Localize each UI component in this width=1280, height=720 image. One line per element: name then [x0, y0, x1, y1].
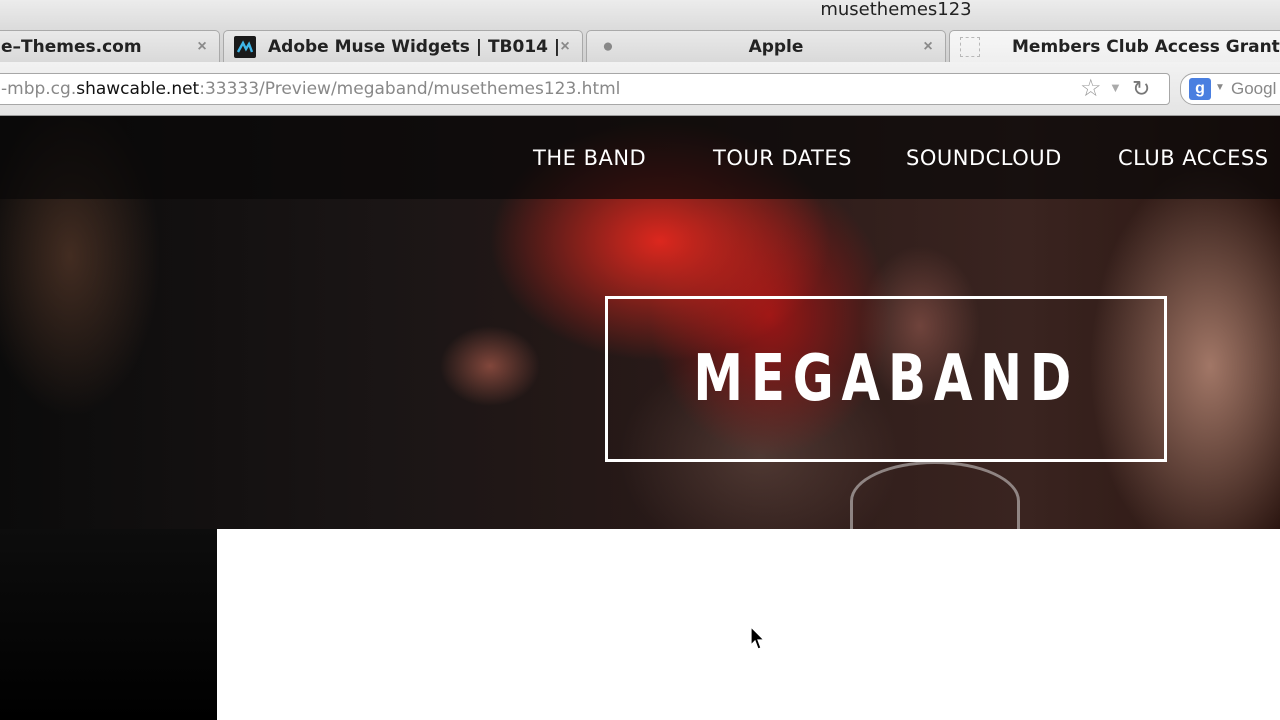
reload-icon[interactable]: ↻: [1132, 76, 1150, 102]
browser-toolbar: -mbp.cg.shawcable.net:33333/Preview/mega…: [0, 62, 1280, 116]
bookmark-star-icon[interactable]: ☆: [1080, 76, 1102, 102]
search-placeholder: Googl: [1231, 79, 1277, 98]
tab-label: Adobe Muse Widgets | TB014 | …: [268, 36, 558, 57]
dark-margin: [0, 529, 217, 720]
tab-label: e–Themes.com: [1, 36, 142, 57]
web-page: THE BAND TOUR DATES SOUNDCLOUD CLUB ACCE…: [0, 116, 1280, 720]
site-logo-box: MEGABAND: [605, 296, 1167, 462]
tab-members-club[interactable]: Members Club Access Granted!: [949, 30, 1280, 62]
window-titlebar: musethemes123: [0, 0, 1280, 28]
nav-club-access[interactable]: CLUB ACCESS: [1118, 146, 1269, 170]
close-icon[interactable]: ×: [195, 38, 209, 54]
nav-the-band[interactable]: THE BAND: [533, 146, 646, 170]
content-panel: [217, 529, 1280, 720]
tab-apple[interactable]: ● Apple ×: [586, 30, 946, 62]
site-logo-text: MEGABAND: [693, 342, 1079, 416]
chevron-down-icon[interactable]: ▼: [1109, 80, 1122, 95]
nav-tour-dates[interactable]: TOUR DATES: [713, 146, 852, 170]
chevron-down-icon[interactable]: ▼: [1215, 82, 1225, 93]
window-title: musethemes123: [820, 0, 972, 20]
tab-label: Members Club Access Granted!: [1012, 36, 1280, 57]
site-navbar: THE BAND TOUR DATES SOUNDCLOUD CLUB ACCE…: [0, 116, 1280, 199]
tab-strip: e–Themes.com × Adobe Muse Widgets | TB01…: [0, 28, 1280, 62]
hero-background-image: THE BAND TOUR DATES SOUNDCLOUD CLUB ACCE…: [0, 116, 1280, 541]
nav-soundcloud[interactable]: SOUNDCLOUD: [906, 146, 1062, 170]
blank-page-icon: [960, 36, 980, 57]
tab-label: Apple: [748, 36, 804, 57]
close-icon[interactable]: ×: [921, 38, 935, 54]
tab-ethemes[interactable]: e–Themes.com ×: [0, 30, 220, 62]
mouse-cursor-icon: [750, 626, 766, 650]
muse-icon: [234, 35, 256, 58]
url-text[interactable]: -mbp.cg.shawcable.net:33333/Preview/mega…: [1, 74, 620, 104]
close-icon[interactable]: ×: [558, 38, 572, 54]
search-box[interactable]: g ▼ Googl: [1180, 73, 1280, 105]
google-icon[interactable]: g: [1189, 78, 1211, 100]
apple-icon: ●: [602, 35, 614, 57]
tab-muse-widgets[interactable]: Adobe Muse Widgets | TB014 | … ×: [223, 30, 583, 62]
address-bar[interactable]: -mbp.cg.shawcable.net:33333/Preview/mega…: [0, 73, 1170, 105]
